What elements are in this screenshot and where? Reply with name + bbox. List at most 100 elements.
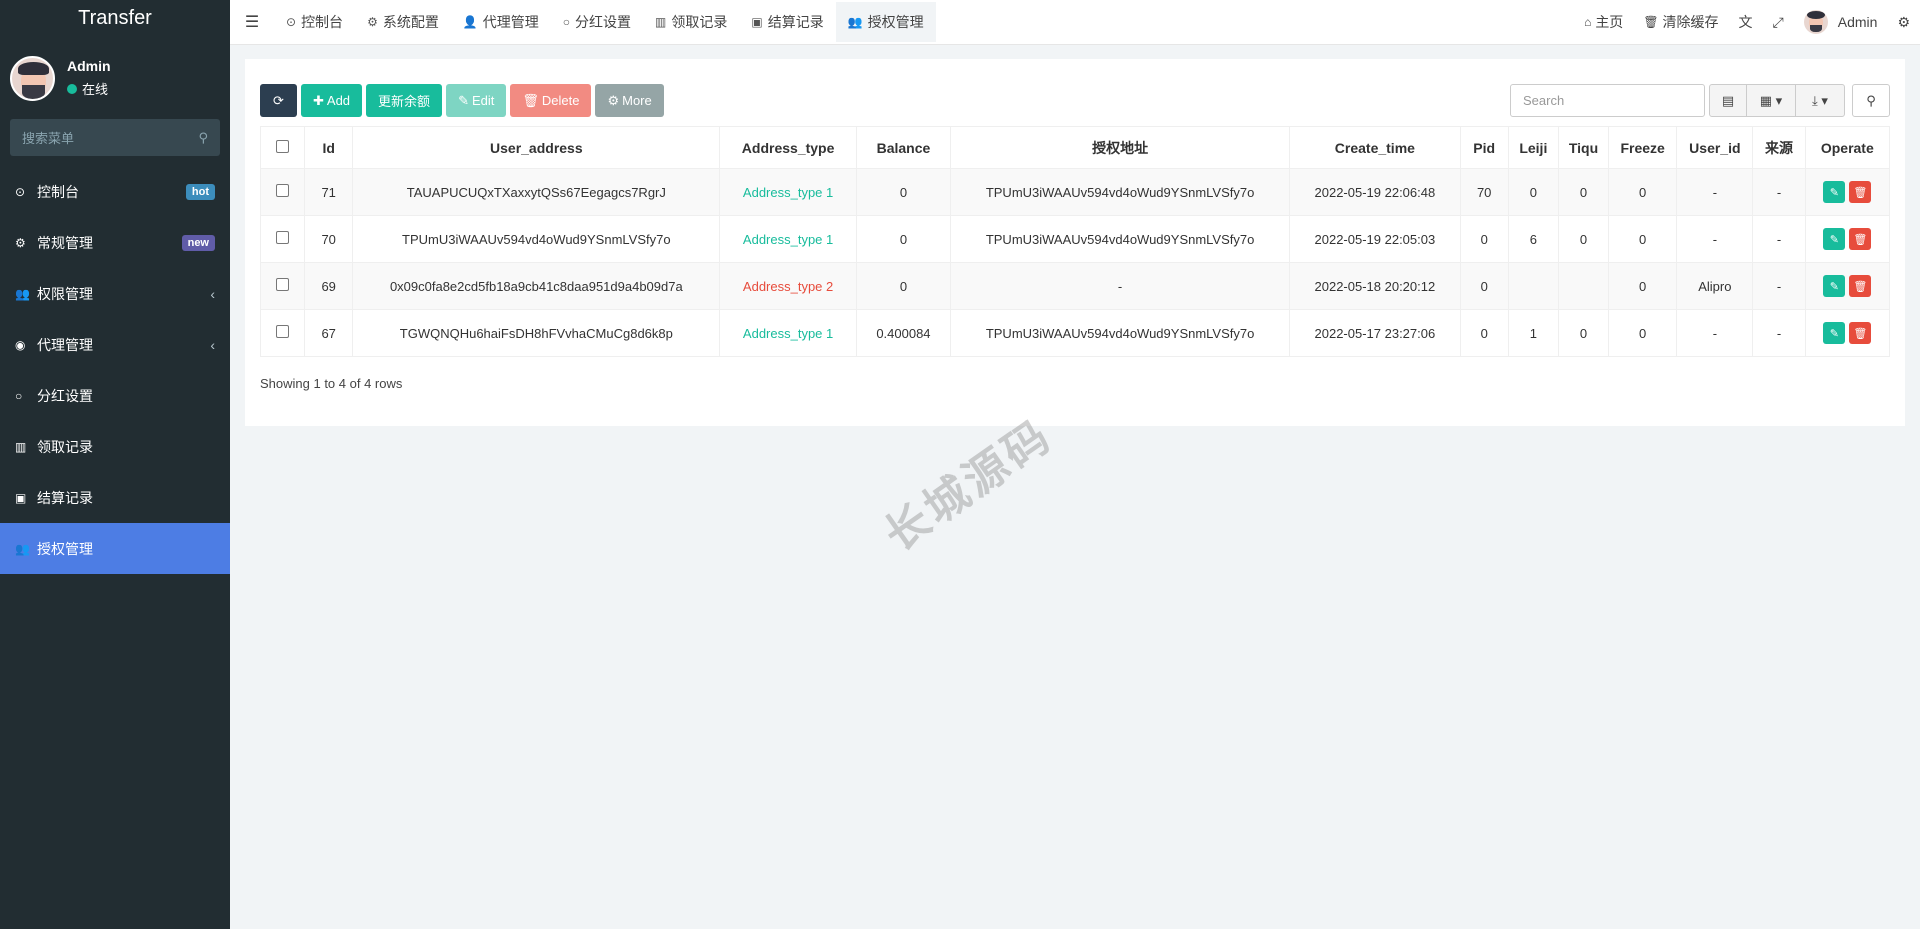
cell-auth-address: - xyxy=(950,262,1291,310)
sidebar-item-label: 控制台 xyxy=(37,183,79,200)
cell-pid: 70 xyxy=(1459,168,1509,216)
admin-label: Admin xyxy=(1837,14,1878,30)
sidebar-item-label: 常规管理 xyxy=(37,234,93,251)
column-header[interactable]: Pid xyxy=(1459,126,1509,169)
tab-label: 授权管理 xyxy=(867,14,924,30)
cell-leiji xyxy=(1507,262,1559,310)
more-button[interactable]: ⚙ More xyxy=(595,84,664,117)
sidebar-item[interactable]: 👥 权限管理 ‹ xyxy=(0,268,230,319)
row-edit-button[interactable]: ✎ xyxy=(1823,275,1846,297)
row-checkbox[interactable] xyxy=(276,184,290,197)
chart-icon: ▥ xyxy=(15,439,27,454)
row-checkbox[interactable] xyxy=(276,278,290,291)
table-row[interactable]: 67 TGWQNQHu6haiFsDH8hFVvhaCMuCg8d6k8p Addr… xyxy=(259,309,1891,357)
nav-tab[interactable]: 👥 授权管理 xyxy=(835,2,936,42)
user-menu[interactable]: Admin xyxy=(1794,10,1888,34)
edit-label: Edit xyxy=(471,93,495,108)
nav-tab[interactable]: ⊙ 控制台 xyxy=(274,2,355,42)
delete-label: Delete xyxy=(541,93,580,108)
row-delete-button[interactable]: 🗑 xyxy=(1849,275,1872,297)
sidebar-item-label: 代理管理 xyxy=(37,336,93,353)
sidebar-item[interactable]: ▥ 领取记录 xyxy=(0,421,230,472)
cell-tiqu: 0 xyxy=(1557,215,1610,263)
sidebar-toggle-icon[interactable]: ☰ xyxy=(230,12,274,32)
edit-button[interactable]: ✎ Edit xyxy=(446,84,507,117)
table-row[interactable]: 69 0x09c0fa8e2cd5fb18a9cb41c8daa951d9a4b0… xyxy=(259,262,1891,310)
clear-cache-button[interactable]: 🗑 清除缓存 xyxy=(1633,12,1728,32)
card-view-icon[interactable]: ▤ xyxy=(1709,84,1747,117)
update-balance-button[interactable]: 更新余额 xyxy=(366,84,443,117)
sidebar-item[interactable]: ○ 分红设置 xyxy=(0,370,230,421)
table-row[interactable]: 71 TAUAPUCUQxTXaxxytQSs67Eegagcs7RgrJ Addr… xyxy=(259,168,1891,216)
sidebar-item[interactable]: ◉ 代理管理 ‹ xyxy=(0,319,230,370)
cell-leiji: 1 xyxy=(1507,309,1559,357)
cell-user-id: Alipro xyxy=(1676,262,1754,310)
sidebar-item[interactable]: ⊙ 控制台 hot xyxy=(0,166,230,217)
nav-tab[interactable]: ▣ 结算记录 xyxy=(739,2,835,42)
cell-tiqu: 0 xyxy=(1557,309,1610,357)
row-delete-button[interactable]: 🗑 xyxy=(1849,181,1872,203)
column-header[interactable]: 来源 xyxy=(1752,126,1806,169)
cell-user-address: 0x09c0fa8e2cd5fb18a9cb41c8daa951d9a4b09d… xyxy=(352,262,721,310)
select-all-checkbox[interactable] xyxy=(276,139,290,153)
cell-freeze: 0 xyxy=(1608,168,1678,216)
avatar xyxy=(10,55,55,101)
columns-toggle-icon[interactable]: ▦ ▾ xyxy=(1746,84,1796,117)
export-icon[interactable]: ⤓ ▾ xyxy=(1795,84,1845,117)
row-delete-button[interactable]: 🗑 xyxy=(1849,228,1872,250)
row-checkbox[interactable] xyxy=(276,325,290,338)
cell-address-type: Address_type 2 xyxy=(719,262,857,310)
home-label: 主页 xyxy=(1595,14,1624,30)
sidebar-item[interactable]: 👥 授权管理 xyxy=(0,523,230,574)
row-delete-button[interactable]: 🗑 xyxy=(1849,322,1872,344)
nav-tab[interactable]: ⚙ 系统配置 xyxy=(355,2,451,42)
table-tools: Search ▤ ▦ ▾ ⤓ ▾ ⚲ xyxy=(1510,84,1890,117)
cell-operate: ✎ 🗑 xyxy=(1804,309,1891,357)
cell-source: - xyxy=(1752,309,1806,357)
search-icon[interactable]: ⚲ xyxy=(1852,84,1890,117)
column-header[interactable]: Tiqu xyxy=(1557,126,1610,169)
row-edit-button[interactable]: ✎ xyxy=(1823,228,1846,250)
refresh-button[interactable]: ⟳ xyxy=(260,84,297,117)
row-edit-button[interactable]: ✎ xyxy=(1823,322,1846,344)
column-header[interactable]: Balance xyxy=(855,126,952,169)
table-search-input[interactable]: Search xyxy=(1510,84,1705,117)
column-header[interactable]: Address_type xyxy=(719,126,857,169)
column-header[interactable]: Leiji xyxy=(1507,126,1559,169)
column-header[interactable]: 授权地址 xyxy=(950,126,1291,169)
delete-button[interactable]: 🗑 Delete xyxy=(510,84,592,117)
nav-tab[interactable]: 👤 代理管理 xyxy=(451,2,551,42)
column-header[interactable]: Freeze xyxy=(1608,126,1678,169)
column-header[interactable]: User_id xyxy=(1676,126,1754,169)
sidebar: Transfer Admin 在线 搜索菜单 ⚲ ⊙ 控制台 hot ⚙ 常规管理 new… xyxy=(0,0,230,929)
column-header[interactable]: Id xyxy=(304,126,354,169)
column-header[interactable]: Create_time xyxy=(1289,126,1461,169)
column-header[interactable]: User_address xyxy=(352,126,721,169)
cell-user-id: - xyxy=(1676,309,1754,357)
add-button[interactable]: ✚ Add xyxy=(301,84,363,117)
sidebar-item[interactable]: ⚙ 常规管理 new xyxy=(0,217,230,268)
sidebar-item[interactable]: ▣ 结算记录 xyxy=(0,472,230,523)
home-link[interactable]: ⌂ 主页 xyxy=(1574,12,1633,32)
settings-icon[interactable]: ⚙ xyxy=(1887,14,1920,31)
trash-icon: 🗑 xyxy=(522,92,539,108)
nav-tab[interactable]: ▥ 领取记录 xyxy=(643,2,739,42)
fullscreen-icon[interactable]: ⤢ xyxy=(1763,14,1794,31)
language-icon[interactable]: 文 xyxy=(1729,12,1763,32)
cell-operate: ✎ 🗑 xyxy=(1804,215,1891,263)
tab-label: 结算记录 xyxy=(767,14,824,30)
menu-search-input[interactable]: 搜索菜单 ⚲ xyxy=(10,119,220,156)
brand-logo[interactable]: Transfer xyxy=(0,0,230,37)
search-icon[interactable]: ⚲ xyxy=(198,130,208,146)
table-body: 71 TAUAPUCUQxTXaxxytQSs67Eegagcs7RgrJ Addr… xyxy=(259,168,1891,357)
row-select-cell xyxy=(259,215,306,263)
nav-tab[interactable]: ○ 分红设置 xyxy=(551,2,643,42)
cell-auth-address: TPUmU3iWAAUv594vd4oWud9YSnmLVSfy7o xyxy=(950,215,1291,263)
cell-freeze: 0 xyxy=(1608,262,1678,310)
cell-create-time: 2022-05-19 22:06:48 xyxy=(1289,168,1461,216)
row-checkbox[interactable] xyxy=(276,231,290,244)
column-header[interactable]: Operate xyxy=(1804,126,1891,169)
table-row[interactable]: 70 TPUmU3iWAAUv594vd4oWud9YSnmLVSfy7o Addr… xyxy=(259,215,1891,263)
plus-icon: ✚ xyxy=(313,92,324,108)
row-edit-button[interactable]: ✎ xyxy=(1823,181,1846,203)
